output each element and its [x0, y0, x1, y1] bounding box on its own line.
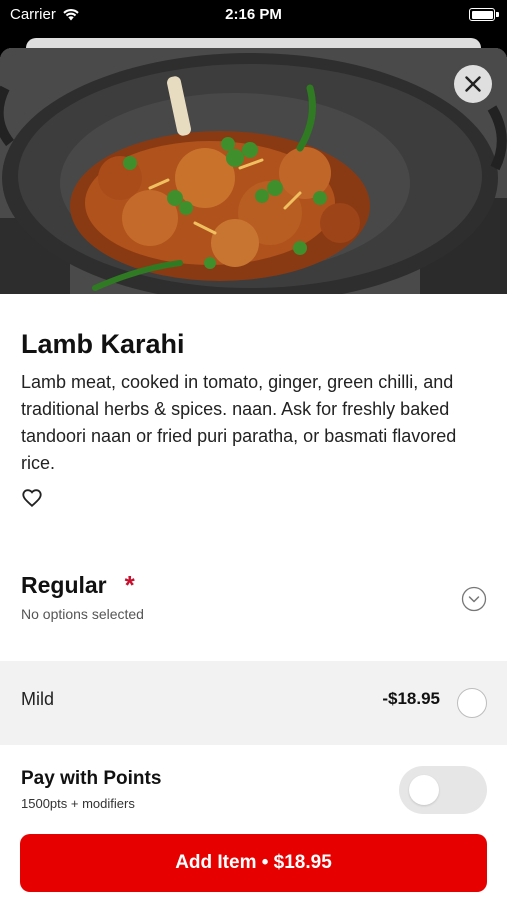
close-button[interactable]	[454, 65, 492, 103]
chevron-down-icon[interactable]	[461, 586, 487, 612]
battery-icon	[469, 8, 495, 21]
option-group-title-row: Regular *	[21, 570, 487, 600]
heart-icon[interactable]	[21, 487, 43, 509]
pay-with-points: Pay with Points 1500pts + modifiers	[21, 766, 487, 818]
close-icon	[465, 76, 481, 92]
option-radio[interactable]	[457, 688, 487, 718]
option-price: -$18.95	[382, 689, 440, 708]
item-detail-sheet: Lamb Karahi Lamb meat, cooked in tomato,…	[0, 48, 507, 900]
add-item-button[interactable]: Add Item • $18.95	[20, 834, 487, 892]
item-title: Lamb Karahi	[21, 329, 185, 359]
item-info: Lamb Karahi Lamb meat, cooked in tomato,…	[21, 327, 487, 514]
food-photo	[0, 48, 507, 294]
item-description: Lamb meat, cooked in tomato, ginger, gre…	[21, 372, 457, 473]
karahi-illustration	[0, 48, 507, 294]
option-group-header[interactable]: Regular * No options selected	[21, 570, 487, 630]
status-time: 2:16 PM	[225, 6, 282, 23]
battery-tip	[496, 12, 499, 17]
option-label: Mild	[21, 689, 55, 709]
option-group-title: Regular	[21, 572, 107, 598]
points-toggle[interactable]	[399, 766, 487, 814]
required-indicator: *	[124, 570, 135, 600]
option-row-mild[interactable]: Mild -$18.95	[0, 661, 507, 745]
toggle-knob	[409, 775, 439, 805]
option-group-subtitle: No options selected	[21, 606, 144, 622]
status-bar: Carrier 2:16 PM	[0, 0, 507, 30]
